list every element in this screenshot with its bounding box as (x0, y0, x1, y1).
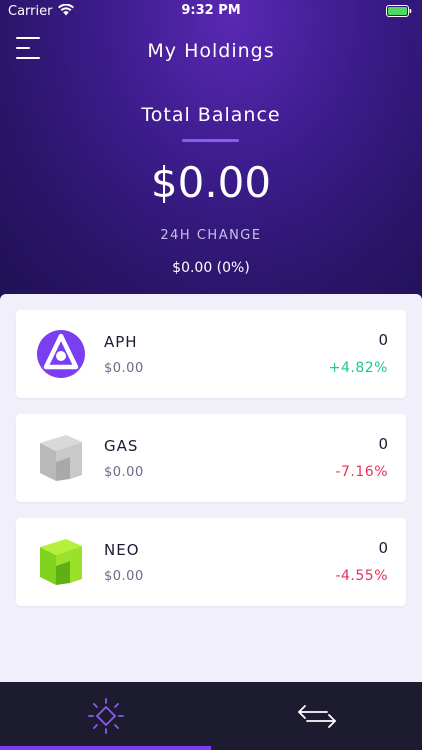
hamburger-line-icon (16, 37, 40, 39)
status-time: 9:32 PM (181, 3, 241, 18)
coin-symbol: GAS (104, 437, 139, 455)
coin-value: $0.00 (104, 569, 144, 584)
gas-logo-icon (40, 435, 82, 481)
holdings-diamond-icon (88, 698, 124, 734)
coin-change: +4.82% (328, 360, 388, 376)
neo-logo-icon (40, 539, 82, 585)
coin-change: -7.16% (335, 464, 388, 480)
bottom-nav (0, 682, 422, 750)
transfer-arrows-icon (298, 705, 336, 728)
holding-card-neo[interactable]: NEO $0.00 0 -4.55% (16, 518, 406, 606)
coin-quantity: 0 (378, 539, 388, 557)
header: Carrier 9:32 PM My Holdings Total Balanc… (0, 0, 422, 300)
status-bar: Carrier 9:32 PM (0, 0, 422, 24)
holding-card-gas[interactable]: GAS $0.00 0 -7.16% (16, 414, 406, 502)
total-balance-underline (182, 139, 239, 142)
change-24h-value: $0.00 (0%) (172, 260, 250, 276)
coin-symbol: APH (104, 333, 138, 351)
battery-icon (386, 5, 412, 17)
active-tab-indicator (0, 746, 211, 750)
page-title: My Holdings (147, 40, 275, 62)
aphelion-logo-icon (37, 330, 85, 378)
holding-card-aph[interactable]: APH $0.00 0 +4.82% (16, 310, 406, 398)
coin-symbol: NEO (104, 541, 140, 559)
total-balance-label: Total Balance (141, 104, 281, 126)
tab-holdings[interactable] (0, 682, 211, 750)
coin-quantity: 0 (378, 435, 388, 453)
change-24h-label: 24H CHANGE (160, 228, 262, 243)
coin-value: $0.00 (104, 465, 144, 480)
coin-change: -4.55% (335, 568, 388, 584)
coin-quantity: 0 (378, 331, 388, 349)
holdings-list: APH $0.00 0 +4.82% GAS $0.00 0 -7.16% NE… (0, 294, 422, 682)
coin-value: $0.00 (104, 361, 144, 376)
total-balance-amount: $0.00 (150, 158, 272, 207)
tab-transfer[interactable] (211, 682, 422, 750)
